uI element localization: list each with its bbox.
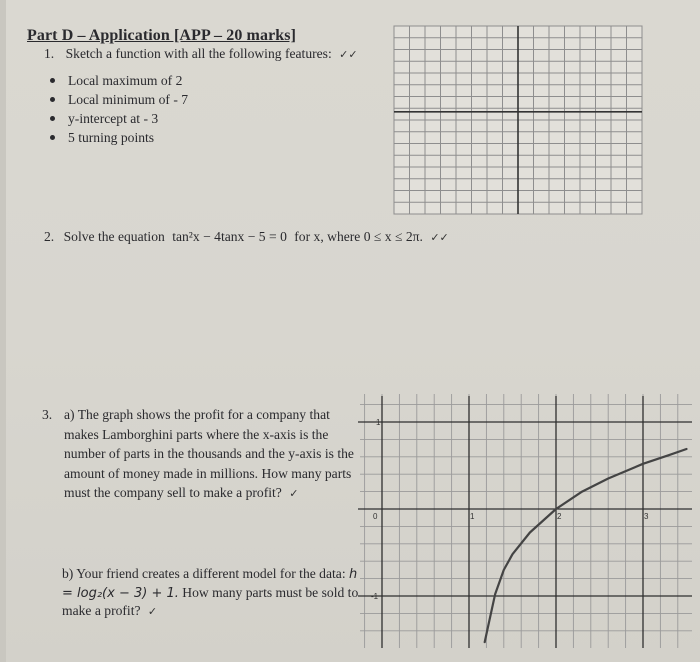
feature-item: Local maximum of 2 [50,71,188,90]
question-text: Solve the equation [63,229,165,244]
question-text: b) Your friend creates a different model… [62,566,346,581]
bullet-icon [50,97,55,102]
check-marks: ✓✓ [430,231,449,244]
check-marks: ✓✓ [339,48,358,61]
y-tick-label: 1 [376,418,381,427]
feature-item: Local minimum of - 7 [50,90,188,109]
question-3a-text-block: a) The graph shows the profit for a comp… [64,405,364,504]
question-number: 3. [42,407,53,422]
equation: tan²x − 4tanx − 5 = 0 [172,229,287,244]
question-number: 2. [44,229,55,244]
feature-text: Local minimum of - 7 [68,92,189,107]
bullet-icon [50,116,55,121]
question-domain: for x, where 0 ≤ x ≤ 2π. [294,229,423,244]
page-edge [0,0,6,662]
question-3b: b) Your friend creates a different model… [62,565,362,621]
question-text: Sketch a function with all the following… [65,46,332,61]
feature-text: y-intercept at - 3 [68,111,159,126]
feature-text: 5 turning points [68,130,155,145]
question-1-prompt: 1. Sketch a function with all the follow… [44,46,358,62]
feature-text: Local maximum of 2 [68,73,183,88]
feature-list: Local maximum of 2 Local minimum of - 7 … [50,71,188,147]
x-tick-label: 0 [373,512,378,521]
feature-item: y-intercept at - 3 [50,109,188,128]
y-tick-label: -1 [371,592,379,601]
question-text: a) The graph shows the profit for a comp… [64,407,354,500]
check-mark: ✓ [289,487,299,500]
bullet-icon [50,135,55,140]
x-tick-label: 1 [470,512,475,521]
check-mark: ✓ [147,605,158,618]
feature-item: 5 turning points [50,128,188,147]
profit-graph: 0 1 2 3 1 -1 [358,394,692,648]
section-heading: Part D – Application [APP – 20 marks] [27,27,297,44]
x-tick-label: 2 [557,512,562,521]
question-number: 1. [44,46,55,61]
bullet-icon [50,78,55,83]
x-tick-label: 3 [644,512,649,521]
question-2-prompt: 2. Solve the equation tan²x − 4tanx − 5 … [44,229,449,245]
blank-graph-grid [393,25,643,215]
